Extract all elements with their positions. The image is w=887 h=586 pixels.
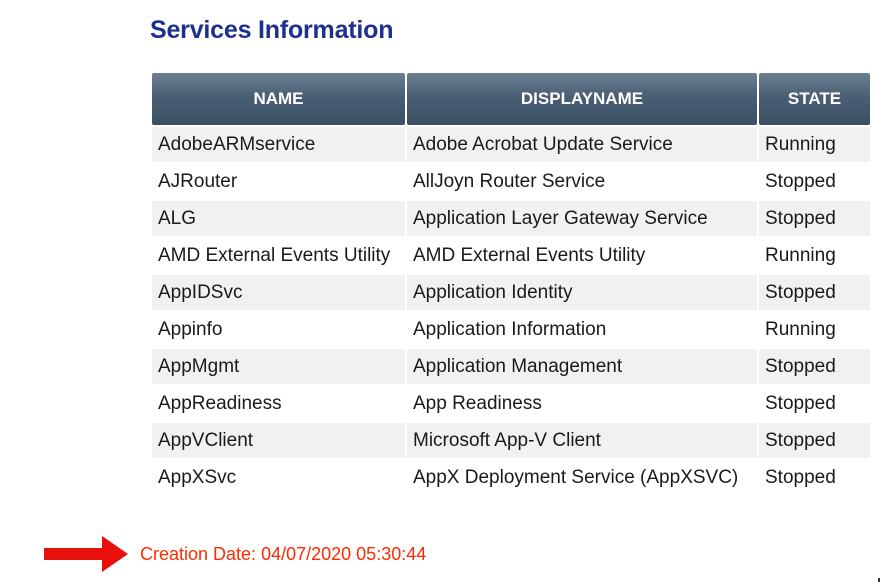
table-row: AdobeARMservice Adobe Acrobat Update Serv… bbox=[152, 127, 870, 162]
cell-state: Running bbox=[759, 238, 870, 273]
table-row: ALG Application Layer Gateway Service Stop… bbox=[152, 201, 870, 236]
cell-name: AppReadiness bbox=[152, 386, 405, 421]
cell-name: ALG bbox=[152, 201, 405, 236]
cell-displayname: Adobe Acrobat Update Service bbox=[407, 127, 757, 162]
edge-mark bbox=[878, 578, 880, 582]
cell-name: AppMgmt bbox=[152, 349, 405, 384]
cell-state: Stopped bbox=[759, 386, 870, 421]
cell-displayname: AllJoyn Router Service bbox=[407, 164, 757, 199]
table-row: AppMgmt Application Management Stopped bbox=[152, 349, 870, 384]
header-row: NAME DISPLAYNAME STATE bbox=[152, 73, 870, 125]
cell-displayname: Application Identity bbox=[407, 275, 757, 310]
creation-date-value: 04/07/2020 05:30:44 bbox=[261, 543, 427, 564]
right-arrow-icon bbox=[44, 536, 128, 572]
cell-name: AMD External Events Utility bbox=[152, 238, 405, 273]
table-body: AdobeARMservice Adobe Acrobat Update Serv… bbox=[152, 127, 870, 495]
cell-name: AJRouter bbox=[152, 164, 405, 199]
table-header: NAME DISPLAYNAME STATE bbox=[152, 73, 870, 125]
table-row: Appinfo Application Information Running bbox=[152, 312, 870, 347]
creation-date-footer: Creation Date: 04/07/2020 05:30:44 bbox=[44, 534, 426, 574]
cell-state: Stopped bbox=[759, 201, 870, 236]
column-header-displayname: DISPLAYNAME bbox=[407, 73, 757, 125]
table-row: AJRouter AllJoyn Router Service Stopped bbox=[152, 164, 870, 199]
cell-name: AdobeARMservice bbox=[152, 127, 405, 162]
table-row: AppReadiness App Readiness Stopped bbox=[152, 386, 870, 421]
cell-displayname: Application Layer Gateway Service bbox=[407, 201, 757, 236]
cell-state: Stopped bbox=[759, 349, 870, 384]
cell-state: Stopped bbox=[759, 460, 870, 495]
cell-displayname: App Readiness bbox=[407, 386, 757, 421]
page-title: Services Information bbox=[150, 16, 394, 44]
table-row: AppVClient Microsoft App-V Client Stopped bbox=[152, 423, 870, 458]
cell-displayname: AMD External Events Utility bbox=[407, 238, 757, 273]
services-table: NAME DISPLAYNAME STATE AdobeARMservice Ad… bbox=[150, 71, 872, 497]
table-row: AppIDSvc Application Identity Stopped bbox=[152, 275, 870, 310]
cell-displayname: Microsoft App-V Client bbox=[407, 423, 757, 458]
cell-name: AppVClient bbox=[152, 423, 405, 458]
cell-displayname: Application Information bbox=[407, 312, 757, 347]
cell-state: Stopped bbox=[759, 164, 870, 199]
cell-state: Stopped bbox=[759, 423, 870, 458]
services-report-page: Services Information NAME DISPLAYNAME ST… bbox=[0, 0, 887, 586]
table-row: AppXSvc AppX Deployment Service (AppXSVC)… bbox=[152, 460, 870, 495]
creation-date-label: Creation Date: bbox=[140, 543, 257, 564]
cell-displayname: Application Management bbox=[407, 349, 757, 384]
table-row: AMD External Events Utility AMD External … bbox=[152, 238, 870, 273]
column-header-name: NAME bbox=[152, 73, 405, 125]
cell-name: AppIDSvc bbox=[152, 275, 405, 310]
cell-state: Stopped bbox=[759, 275, 870, 310]
cell-name: Appinfo bbox=[152, 312, 405, 347]
cell-displayname: AppX Deployment Service (AppXSVC) bbox=[407, 460, 757, 495]
cell-name: AppXSvc bbox=[152, 460, 405, 495]
cell-state: Running bbox=[759, 312, 870, 347]
cell-state: Running bbox=[759, 127, 870, 162]
creation-date-text: Creation Date: 04/07/2020 05:30:44 bbox=[140, 544, 426, 565]
column-header-state: STATE bbox=[759, 73, 870, 125]
